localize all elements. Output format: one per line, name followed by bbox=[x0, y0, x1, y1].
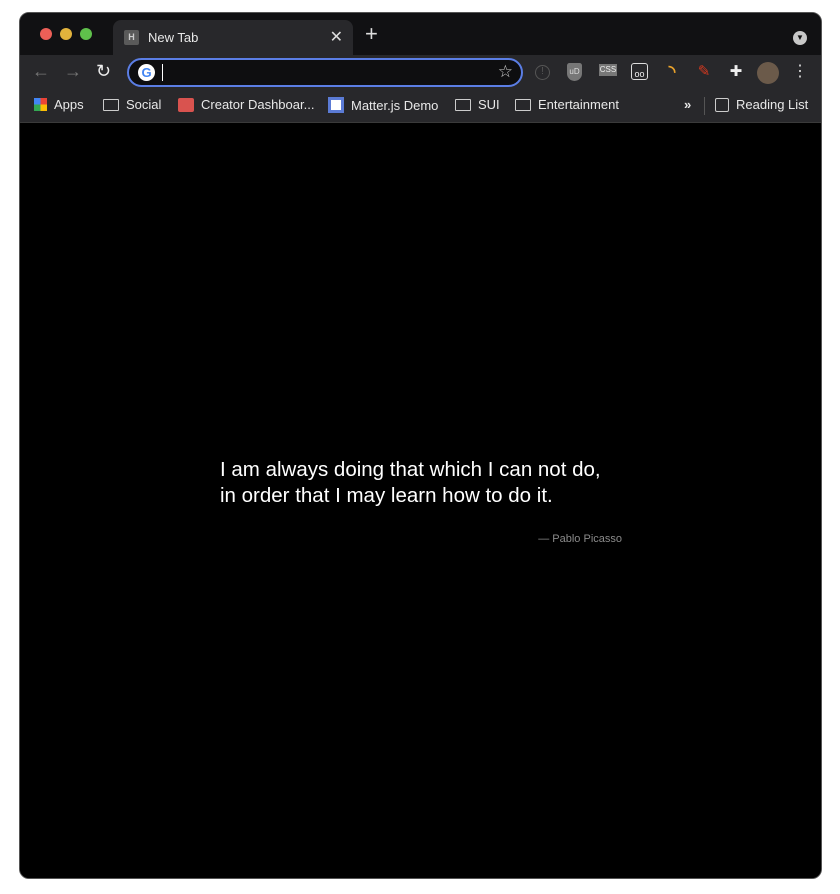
tab-strip: H New Tab ✕ + ▼ bbox=[20, 13, 821, 55]
minimize-window-button[interactable] bbox=[60, 28, 72, 40]
divider bbox=[704, 97, 705, 115]
apps-grid-icon bbox=[34, 98, 47, 111]
quote-text: I am always doing that which I can not d… bbox=[220, 458, 601, 507]
css-extension-icon[interactable]: CSS bbox=[599, 64, 617, 76]
extensions-puzzle-icon[interactable]: ✚ bbox=[727, 63, 745, 81]
bookmark-label: Creator Dashboar... bbox=[201, 97, 315, 112]
folder-icon bbox=[455, 98, 471, 111]
bookmark-label: Entertainment bbox=[538, 97, 619, 112]
ublock-extension-icon[interactable]: uD bbox=[567, 63, 582, 81]
page-content: I am always doing that which I can not d… bbox=[20, 124, 821, 878]
bookmarks-overflow-button[interactable]: » bbox=[684, 97, 691, 112]
close-window-button[interactable] bbox=[40, 28, 52, 40]
bookmark-label: SUI bbox=[478, 97, 500, 112]
bookmark-star-icon[interactable]: ☆ bbox=[498, 62, 513, 82]
tab-favicon-icon: H bbox=[124, 30, 139, 45]
forward-icon[interactable]: → bbox=[64, 61, 82, 82]
bookmark-entertainment[interactable]: Entertainment bbox=[515, 97, 619, 112]
maximize-window-button[interactable] bbox=[80, 28, 92, 40]
menu-kebab-icon[interactable]: ⋮ bbox=[791, 63, 809, 81]
brm-icon bbox=[328, 97, 344, 113]
browser-window: H New Tab ✕ + ▼ ← → ↻ G ☆ ! uD CSS oo ◝ … bbox=[19, 12, 822, 879]
bookmark-apps[interactable]: Apps bbox=[34, 97, 84, 112]
google-icon: G bbox=[138, 64, 155, 81]
close-tab-icon[interactable]: ✕ bbox=[330, 27, 343, 47]
rss-extension-icon[interactable]: ◝ bbox=[663, 63, 681, 81]
store-icon bbox=[178, 97, 194, 112]
reload-icon[interactable]: ↻ bbox=[96, 61, 111, 82]
bookmark-label: Matter.js Demo bbox=[351, 97, 439, 113]
quote-author: — Pablo Picasso bbox=[538, 533, 622, 545]
tab-title: New Tab bbox=[148, 30, 199, 45]
toolbar: ← → ↻ G ☆ ! uD CSS oo ◝ ✎ ✚ ⋮ bbox=[20, 55, 821, 89]
text-cursor bbox=[162, 64, 163, 81]
reading-list-button[interactable]: Reading List bbox=[715, 97, 808, 112]
bookmark-social[interactable]: Social bbox=[103, 97, 161, 112]
glasses-extension-icon[interactable]: oo bbox=[631, 63, 648, 80]
folder-icon bbox=[515, 98, 531, 111]
reading-list-label: Reading List bbox=[736, 97, 809, 112]
bookmark-creator-dashboard[interactable]: Creator Dashboar... bbox=[178, 97, 314, 112]
reading-list-icon bbox=[715, 97, 729, 112]
folder-icon bbox=[103, 98, 119, 111]
bookmark-label: Apps bbox=[54, 97, 84, 112]
profile-avatar[interactable] bbox=[757, 62, 779, 84]
tab-new-tab[interactable]: H New Tab ✕ bbox=[113, 20, 353, 55]
address-bar[interactable]: G ☆ bbox=[127, 58, 523, 87]
bookmarks-bar: Apps Social Creator Dashboar... Matter.j… bbox=[20, 89, 821, 123]
bookmark-matterjs-demo[interactable]: Matter.js Demo bbox=[328, 97, 438, 113]
highlighter-extension-icon[interactable]: ✎ bbox=[695, 63, 713, 81]
new-tab-button[interactable]: + bbox=[365, 23, 378, 45]
tab-search-icon[interactable]: ▼ bbox=[793, 31, 807, 45]
back-icon[interactable]: ← bbox=[32, 61, 50, 82]
bookmark-sui[interactable]: SUI bbox=[455, 97, 500, 112]
bookmark-label: Social bbox=[126, 97, 162, 112]
info-extension-icon[interactable]: ! bbox=[535, 65, 550, 80]
